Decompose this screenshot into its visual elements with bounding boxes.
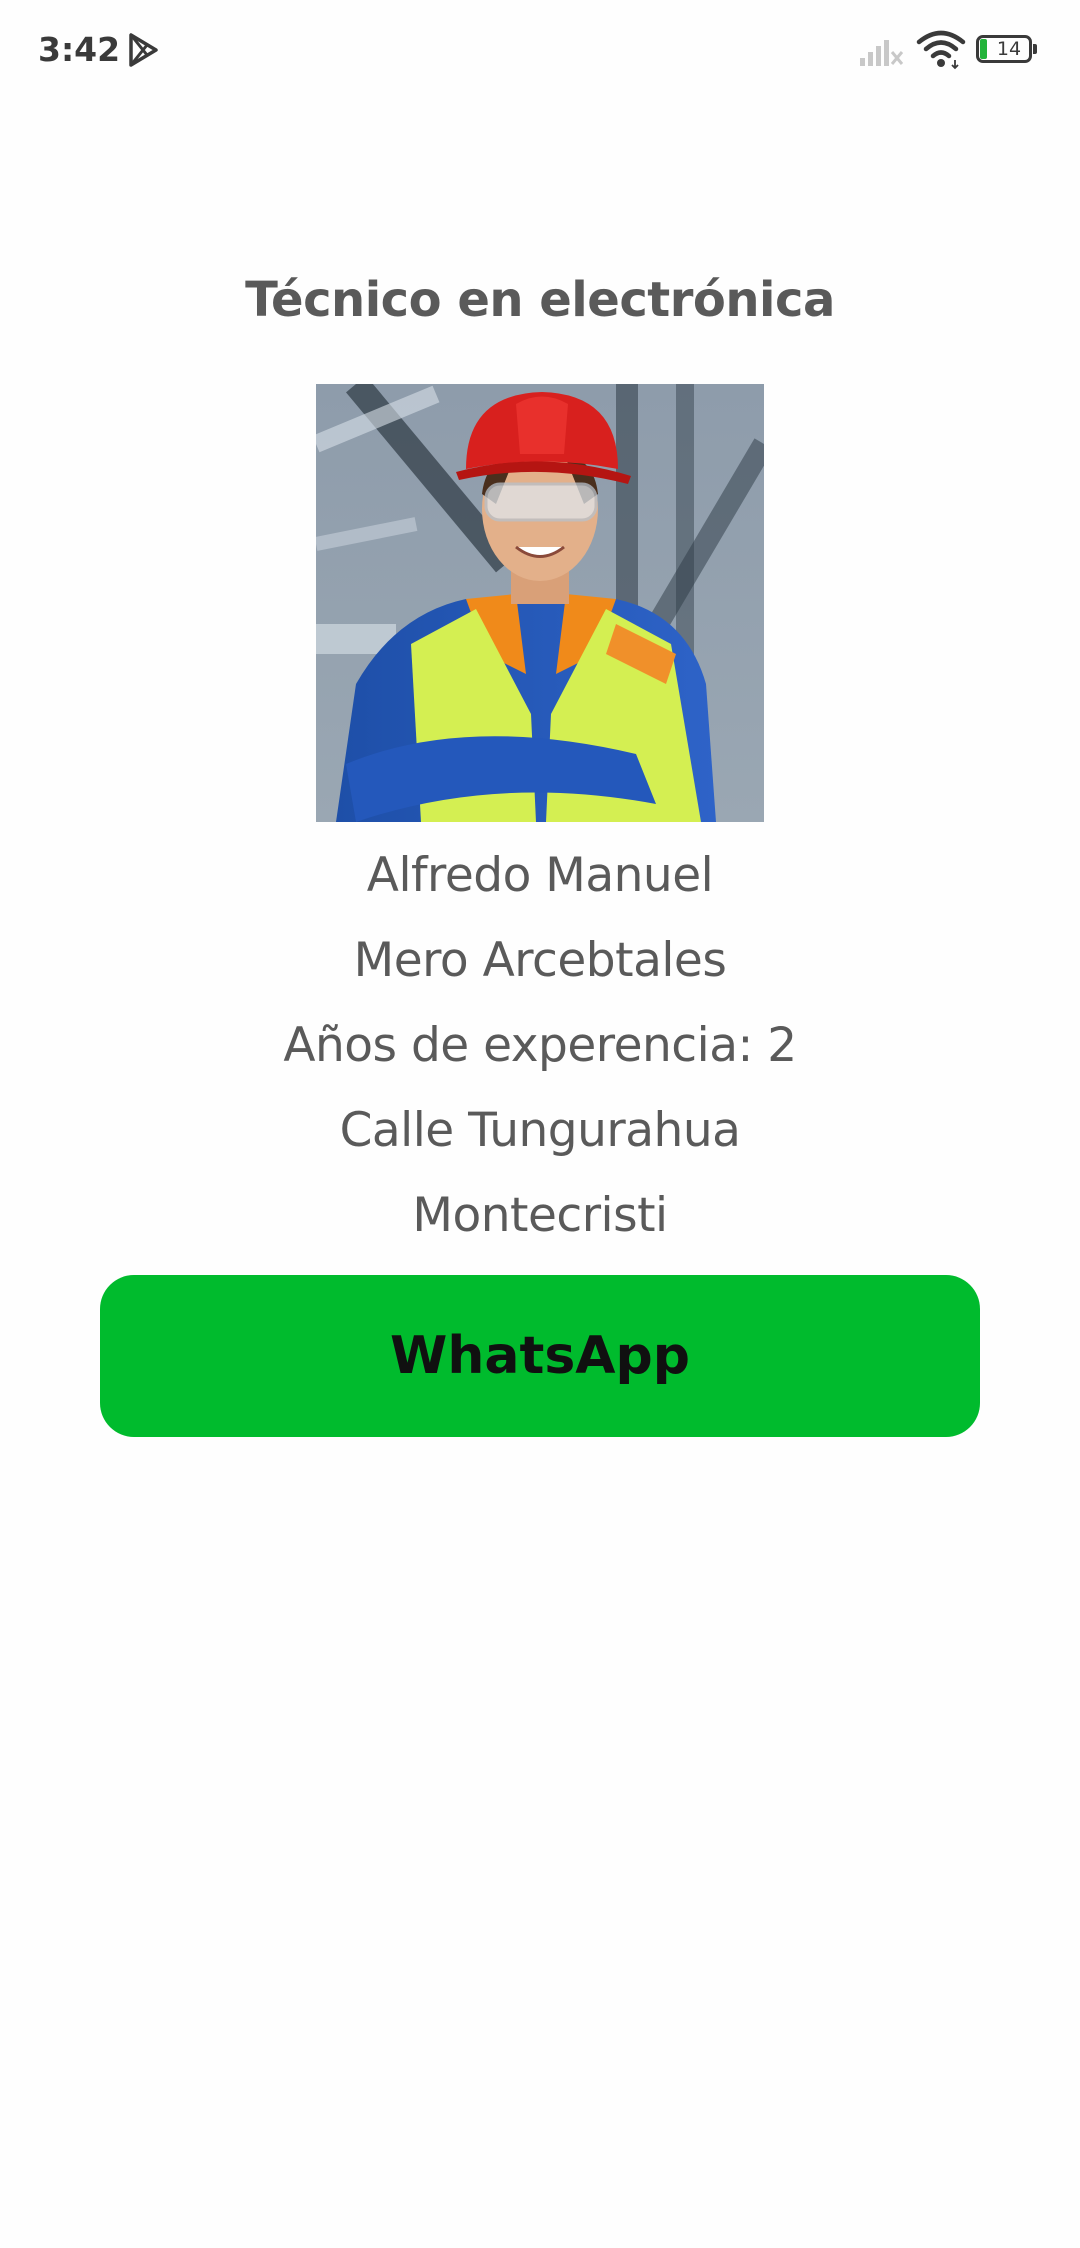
city: Montecristi (412, 1188, 668, 1243)
whatsapp-button[interactable]: WhatsApp (100, 1275, 980, 1437)
last-name: Mero Arcebtales (353, 933, 727, 988)
status-bar: 3:42 14 (0, 0, 1080, 100)
battery-level: 14 (996, 38, 1022, 60)
first-name: Alfredo Manuel (366, 848, 714, 903)
profile-photo (316, 384, 764, 822)
experience-years: Años de experencia: 2 (283, 1018, 797, 1073)
battery-icon: 14 (976, 35, 1038, 65)
play-store-icon (129, 33, 158, 67)
signal-icon (860, 40, 904, 66)
screen: 3:42 14 Técnico en electrónica Alfredo M… (0, 0, 1080, 2248)
wifi-icon (916, 30, 966, 70)
whatsapp-button-label: WhatsApp (390, 1326, 690, 1386)
page-title: Técnico en electrónica (245, 272, 835, 328)
address: Calle Tungurahua (339, 1103, 741, 1158)
status-time: 3:42 (38, 30, 121, 69)
